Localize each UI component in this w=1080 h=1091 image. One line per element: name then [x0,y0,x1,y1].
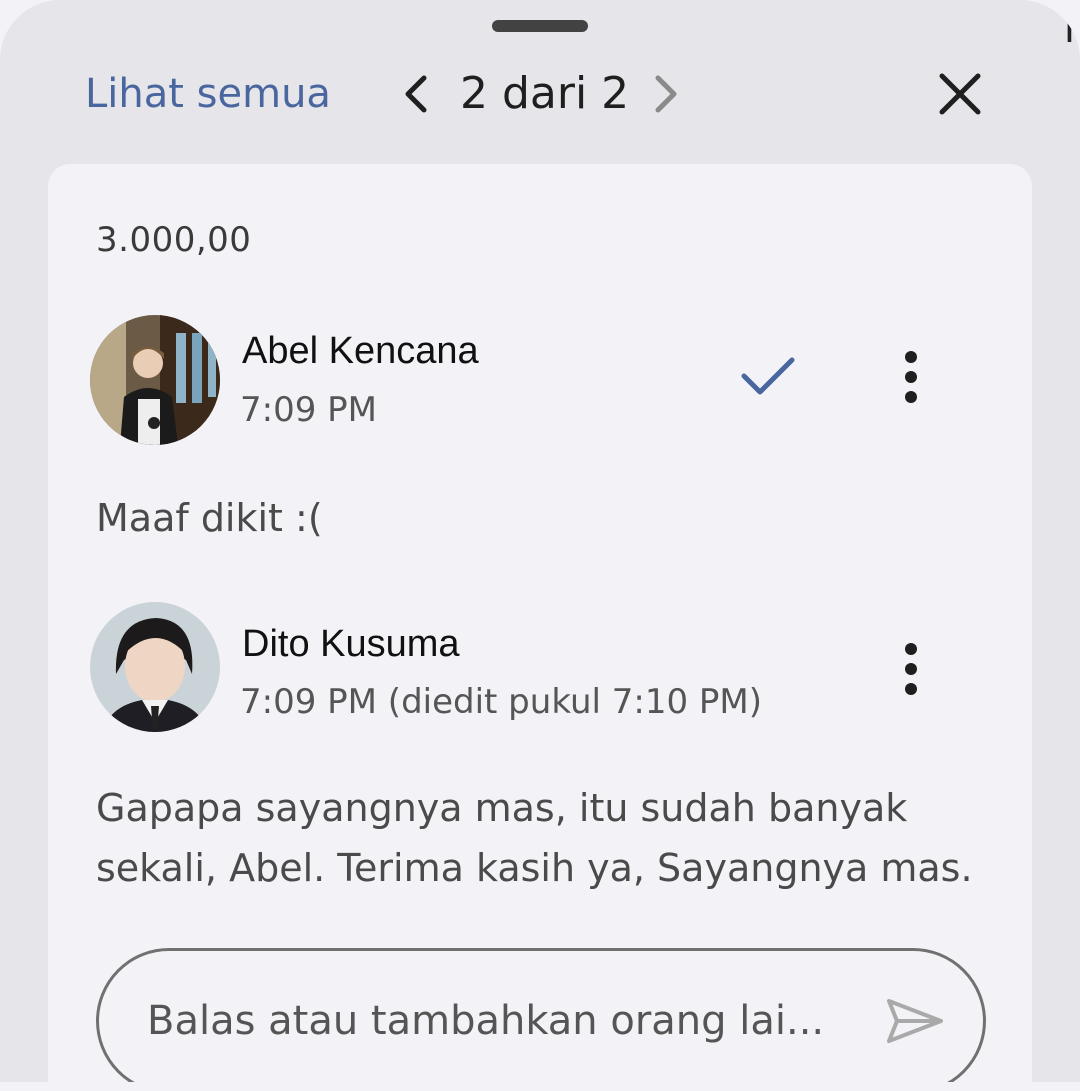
reply-input[interactable]: Balas atau tambahkan orang lai... [96,948,986,1091]
more-vert-icon[interactable] [896,350,926,404]
close-icon[interactable] [936,70,984,118]
anchored-cell-value: 3.000,00 [96,220,252,260]
chevron-right-icon[interactable] [646,72,686,116]
drag-handle[interactable] [492,20,588,32]
send-icon[interactable] [885,997,945,1045]
screen-bottom-band [0,1082,1080,1091]
comment-body-line: Gapapa sayangnya mas, itu sudah banyak [96,786,908,830]
comment-body: Maaf dikit :( [96,496,323,540]
avatar [90,602,220,732]
comment-counter: 2 dari 2 [460,68,630,119]
edge-glyph: r [1064,14,1080,44]
avatar [90,315,220,445]
check-icon[interactable] [738,352,798,400]
bottom-sheet: r Lihat semua 2 dari 2 3.000,00 Abel Ken… [0,0,1080,1091]
comment-body-line: sekali, Abel. Terima kasih ya, Sayangnya… [96,846,973,890]
comment-author: Abel Kencana [242,330,479,372]
comment-author: Dito Kusuma [242,623,460,665]
reply-placeholder: Balas atau tambahkan orang lai... [147,998,825,1044]
comment-timestamp: 7:09 PM (diedit pukul 7:10 PM) [240,682,763,722]
chevron-left-icon[interactable] [396,72,436,116]
more-vert-icon[interactable] [896,642,926,696]
see-all-link[interactable]: Lihat semua [85,70,331,118]
comment-timestamp: 7:09 PM [240,390,377,430]
